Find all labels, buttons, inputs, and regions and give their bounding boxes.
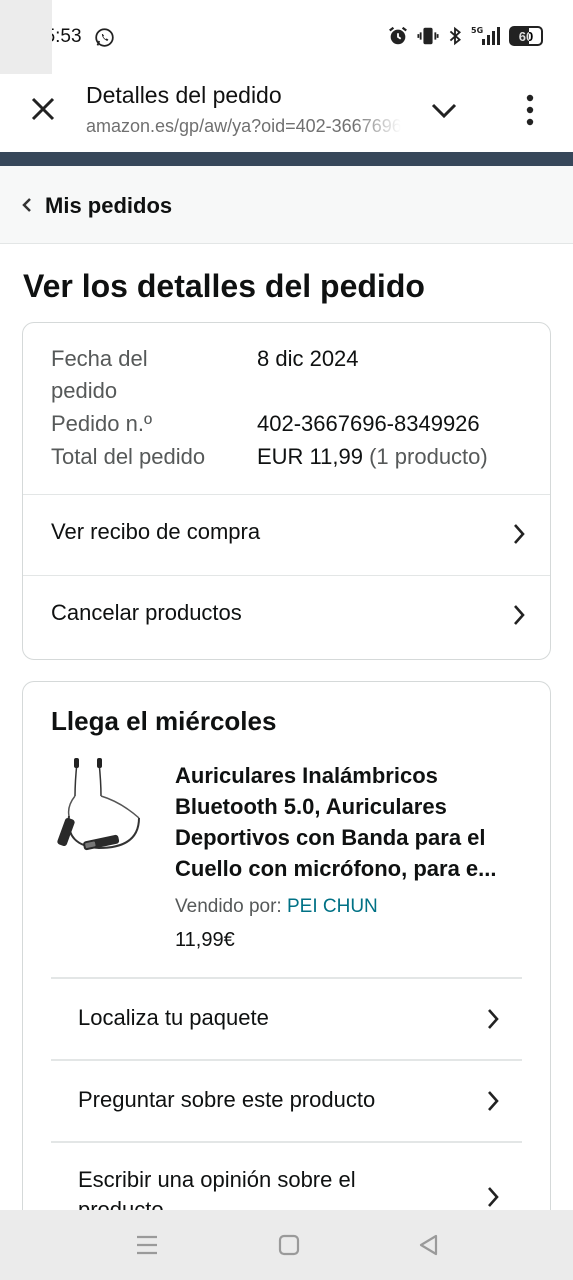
order-total-count: (1 producto) <box>369 444 488 469</box>
delivery-title: Llega el miércoles <box>51 706 277 736</box>
order-summary-card: Fecha del pedido 8 dic 2024 Pedido n.º 40… <box>22 322 551 660</box>
order-number-label: Pedido n.º <box>51 411 152 436</box>
chevron-right-icon <box>488 1187 499 1207</box>
browser-header: Detalles del pedido amazon.es/gp/aw/ya?o… <box>0 74 573 152</box>
bluetooth-icon <box>449 26 461 46</box>
cancel-products-label: Cancelar productos <box>51 600 242 625</box>
back-triangle-icon[interactable] <box>416 1232 442 1258</box>
view-receipt-label: Ver recibo de compra <box>51 519 261 544</box>
battery-level: 60 <box>518 28 534 44</box>
chevron-right-icon <box>514 605 525 625</box>
order-date-value: 8 dic 2024 <box>257 346 359 371</box>
product-price: 11,99€ <box>175 929 235 951</box>
svg-text:5G: 5G <box>471 26 483 35</box>
delivery-card: Llega el miércoles Auriculares Inalámbri… <box>22 681 551 1280</box>
order-total-value: EUR 11,99 (1 producto) <box>257 441 488 473</box>
battery-icon: 60 <box>509 26 543 46</box>
browser-title: Detalles del pedido <box>86 82 282 108</box>
track-package-link[interactable]: Localiza tu paquete <box>51 979 522 1059</box>
order-total-amount: EUR 11,99 <box>257 444 363 469</box>
seller-line: Vendido por: PEI CHUN <box>175 896 378 918</box>
alarm-icon <box>389 26 407 45</box>
chevron-left-icon <box>22 198 31 212</box>
product-image[interactable] <box>55 756 145 862</box>
order-total-label: Total del pedido <box>51 444 206 469</box>
seller-prefix: Vendido por: <box>175 896 282 917</box>
ask-product-question-label: Preguntar sobre este producto <box>78 1087 376 1112</box>
status-bar: 15:53 5G 60 <box>0 0 573 74</box>
chevron-right-icon <box>514 524 525 544</box>
order-number-value: 402-3667696-8349926 <box>257 411 480 436</box>
more-vert-icon[interactable] <box>520 92 540 128</box>
system-nav-bar <box>0 1210 573 1280</box>
chevron-down-icon[interactable] <box>428 96 460 126</box>
ask-product-question-link[interactable]: Preguntar sobre este producto <box>51 1061 522 1141</box>
breadcrumb[interactable]: Mis pedidos <box>0 166 573 244</box>
view-receipt-link[interactable]: Ver recibo de compra <box>23 495 550 575</box>
order-date-label: Fecha del pedido <box>51 346 148 403</box>
home-square-icon[interactable] <box>276 1232 302 1258</box>
seller-link[interactable]: PEI CHUN <box>287 896 378 917</box>
site-header-strip <box>0 152 573 166</box>
close-icon[interactable] <box>28 94 58 124</box>
chevron-right-icon <box>488 1009 499 1029</box>
page-title: Ver los detalles del pedido <box>23 268 425 304</box>
track-package-label: Localiza tu paquete <box>78 1005 269 1030</box>
breadcrumb-label: Mis pedidos <box>45 193 173 218</box>
product-title[interactable]: Auriculares Inalámbricos Bluetooth 5.0, … <box>175 760 530 884</box>
5g-signal-icon: 5G <box>471 26 500 45</box>
cancel-products-link[interactable]: Cancelar productos <box>23 576 550 656</box>
vibrate-icon <box>417 27 439 45</box>
browser-url[interactable]: amazon.es/gp/aw/ya?oid=402-3667696-83499… <box>86 116 401 137</box>
recents-menu-icon[interactable] <box>134 1232 160 1258</box>
whatsapp-icon <box>95 28 114 47</box>
chevron-right-icon <box>488 1091 499 1111</box>
